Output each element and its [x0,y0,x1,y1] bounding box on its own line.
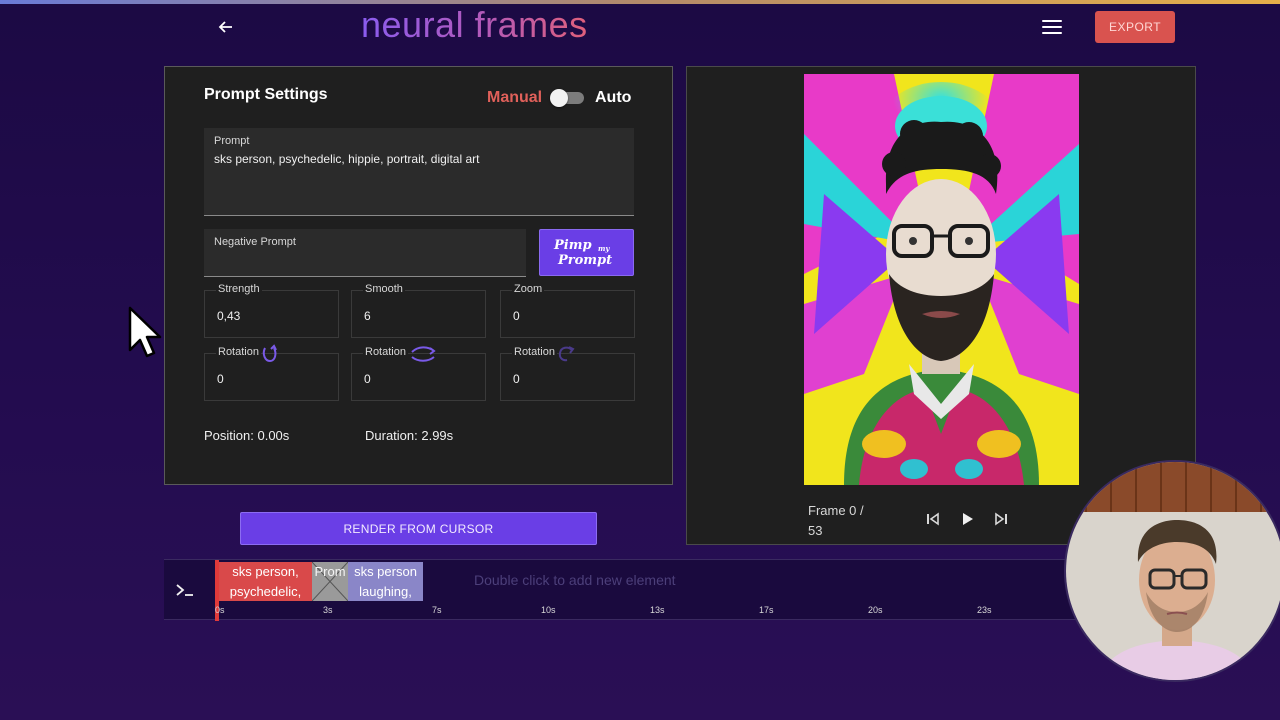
pimp-label-my: my [598,244,610,253]
rotation-y-icon [411,346,436,362]
rotation-y-value[interactable]: 0 [364,372,371,386]
mode-auto-label[interactable]: Auto [595,89,631,107]
preview-panel: Frame 0 / 53 [686,66,1196,545]
zoom-field[interactable]: Zoom 0 [500,283,635,338]
timeline[interactable]: sks person, psychedelic, Prom sks person… [164,559,1094,621]
negative-prompt-label: Negative Prompt [214,236,296,248]
position-readout: Position: 0.00s [204,428,290,443]
clip-text-line1: sks person, [232,564,299,579]
rotation-y-field[interactable]: Rotation 0 [351,346,486,401]
rotation-z-value[interactable]: 0 [513,372,520,386]
play-icon[interactable] [957,509,977,529]
skip-to-end-icon[interactable] [991,509,1011,529]
rotation-x-icon [262,344,277,363]
render-from-cursor-button[interactable]: RENDER FROM CURSOR [240,512,597,545]
clip-text-line1: sks person [354,564,417,579]
zoom-label: Zoom [512,283,545,295]
terminal-icon[interactable] [174,580,196,600]
export-button[interactable]: EXPORT [1095,11,1175,43]
webcam-overlay [1064,460,1280,682]
prompt-settings-panel: Prompt Settings Manual Auto Prompt sks p… [164,66,673,485]
prompt-value[interactable]: sks person, psychedelic, hippie, portrai… [214,152,479,166]
generated-frame-image [804,74,1079,485]
back-button[interactable] [214,14,238,40]
frame-counter-line1: Frame 0 / [808,503,864,518]
rotation-z-icon [558,346,575,362]
rotation-z-label: Rotation [512,346,557,358]
time-tick: 0s [215,605,225,615]
hamburger-menu-icon[interactable] [1040,16,1064,38]
toggle-knob [550,89,568,107]
time-tick: 20s [868,605,883,615]
rotation-x-value[interactable]: 0 [217,372,224,386]
arrow-left-icon [218,21,232,33]
manual-auto-toggle[interactable] [550,89,584,107]
smooth-value[interactable]: 6 [364,309,371,323]
time-tick: 13s [650,605,665,615]
rotation-y-label: Rotation [363,346,408,358]
clip-text-line2: laughing, [359,584,412,599]
timeline-clip[interactable]: sks person laughing, [348,562,423,601]
strength-field[interactable]: Strength 0,43 [204,283,339,338]
time-tick: 17s [759,605,774,615]
frame-counter-line2: 53 [808,523,823,538]
app-logo: neural frames [361,4,588,45]
rotation-x-field[interactable]: Rotation 0 [204,344,339,401]
strength-value[interactable]: 0,43 [217,309,240,323]
rotation-z-field[interactable]: Rotation 0 [500,346,635,401]
zoom-value[interactable]: 0 [513,309,520,323]
skip-to-start-icon[interactable] [923,509,943,529]
pimp-my-prompt-button[interactable]: Pimp my Prompt [539,229,634,276]
prompt-field[interactable]: Prompt sks person, psychedelic, hippie, … [204,128,634,216]
top-accent-bar [0,0,1280,4]
clip-text-line2: psychedelic, [229,584,302,599]
mode-manual-label[interactable]: Manual [487,89,542,107]
timeline-clip[interactable]: sks person, psychedelic, [219,562,312,601]
smooth-label: Smooth [363,283,405,295]
timeline-clip-transition[interactable]: Prom [312,562,348,601]
pimp-label-1: Pimp [554,238,592,253]
duration-readout: Duration: 2.99s [365,428,454,443]
mouse-cursor-icon [128,306,162,358]
rotation-x-label: Rotation [216,346,261,358]
time-tick: 10s [541,605,556,615]
strength-label: Strength [216,283,262,295]
negative-prompt-field[interactable]: Negative Prompt [204,229,526,277]
pimp-label-2: Prompt [558,253,613,268]
clip-text-line1: Prom [314,564,346,579]
smooth-field[interactable]: Smooth 6 [351,283,486,338]
add-element-hint: Double click to add new element [474,572,676,588]
panel-title: Prompt Settings [204,86,328,103]
frame-counter: Frame 0 / 53 [808,501,864,541]
prompt-label: Prompt [214,135,250,147]
time-tick: 7s [432,605,442,615]
time-tick: 3s [323,605,333,615]
time-tick: 23s [977,605,992,615]
